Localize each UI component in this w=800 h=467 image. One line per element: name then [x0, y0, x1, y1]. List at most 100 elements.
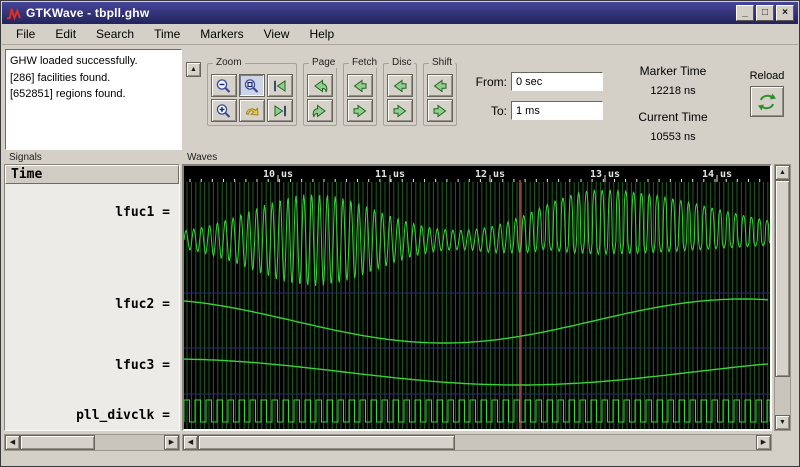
signal-lfuc3[interactable]: lfuc3 =: [115, 358, 170, 373]
disc-left-button[interactable]: [387, 74, 413, 97]
from-input[interactable]: [511, 72, 603, 91]
fetch-group: Fetch: [343, 63, 377, 126]
zoom-in-icon: [215, 103, 233, 119]
fetch-left-button[interactable]: [347, 74, 373, 97]
current-time-value: 10553 ns: [618, 131, 728, 143]
shift-right-button[interactable]: [427, 99, 453, 122]
scrollbar-track[interactable]: [20, 435, 164, 450]
scroll-right-button[interactable]: ▶: [164, 435, 179, 450]
title-bar: GTKWave - tbpll.ghw _ □ ×: [2, 2, 798, 24]
toolbar: Zoom: [207, 58, 603, 126]
timeline-label: 10 us: [263, 169, 293, 180]
zoom-group: Zoom: [207, 63, 297, 126]
shift-left-button[interactable]: [427, 74, 453, 97]
signals-horizontal-scrollbar[interactable]: ◀ ▶: [4, 434, 180, 451]
menu-bar: File Edit Search Time Markers View Help: [2, 24, 798, 45]
page-group-label: Page: [309, 57, 338, 68]
maximize-icon: □: [762, 8, 768, 18]
up-arrow-icon: ▲: [779, 169, 786, 176]
page-right-button[interactable]: [307, 99, 333, 122]
disc-group-label: Disc: [389, 57, 414, 68]
menu-search[interactable]: Search: [86, 24, 144, 44]
scroll-left-button[interactable]: ◀: [183, 435, 198, 450]
waveform-canvas[interactable]: 10 us 11 us 12 us 13 us 14 us: [184, 166, 770, 429]
menu-markers[interactable]: Markers: [190, 24, 253, 44]
left-arrow-icon: [351, 78, 369, 94]
reload-button[interactable]: [750, 86, 784, 117]
toolbar-area: GHW loaded successfully. [286] facilitie…: [2, 46, 798, 154]
fetch-right-button[interactable]: [347, 99, 373, 122]
time-readouts: Marker Time 12218 ns Current Time 10553 …: [618, 64, 728, 156]
page-left-button[interactable]: [307, 74, 333, 97]
from-label: From:: [469, 75, 507, 89]
zoom-group-label: Zoom: [213, 57, 245, 68]
signals-panel-label: Signals: [9, 152, 42, 163]
page-left-icon: [311, 78, 329, 94]
time-column-header[interactable]: Time: [5, 165, 179, 184]
timeline-label: 14 us: [702, 169, 732, 180]
time-range: From: To:: [469, 72, 603, 120]
right-arrow-icon: ▶: [169, 439, 174, 446]
left-arrow-icon: [431, 78, 449, 94]
arrow-to-start-icon: [271, 78, 289, 94]
up-arrow-icon: ▲: [190, 66, 197, 73]
message-line: [286] facilities found.: [10, 70, 177, 87]
timeline-label: 12 us: [475, 169, 505, 180]
signals-panel: Time lfuc1 = lfuc2 = lfuc3 = pll_divclk …: [4, 164, 180, 431]
reload-label: Reload: [742, 70, 792, 82]
message-scroll-up-button[interactable]: ▲: [186, 62, 201, 77]
signal-pll-divclk[interactable]: pll_divclk =: [76, 408, 170, 423]
shift-group-label: Shift: [429, 57, 455, 68]
page-right-icon: [311, 103, 329, 119]
arrow-to-end-icon: [271, 103, 289, 119]
scroll-left-button[interactable]: ◀: [5, 435, 20, 450]
reload-section: Reload: [742, 70, 792, 117]
menu-file[interactable]: File: [6, 24, 45, 44]
scrollbar-track[interactable]: [775, 180, 790, 415]
scroll-up-button[interactable]: ▲: [775, 165, 790, 180]
message-line: [652851] regions found.: [10, 86, 177, 103]
scrollbar-thumb[interactable]: [775, 180, 790, 377]
signal-lfuc2[interactable]: lfuc2 =: [115, 297, 170, 312]
scrollbar-track[interactable]: [198, 435, 756, 450]
scroll-down-button[interactable]: ▼: [775, 415, 790, 430]
minimize-button[interactable]: _: [736, 5, 754, 21]
window-title: GTKWave - tbpll.ghw: [26, 6, 731, 20]
timeline-label: 13 us: [590, 169, 620, 180]
zoom-fit-button[interactable]: [239, 74, 265, 97]
right-arrow-icon: ▶: [761, 439, 766, 446]
window-controls: _ □ ×: [736, 5, 794, 21]
scroll-right-button[interactable]: ▶: [756, 435, 771, 450]
left-arrow-icon: [391, 78, 409, 94]
zoom-out-button[interactable]: [211, 74, 237, 97]
zoom-in-button[interactable]: [211, 99, 237, 122]
waves-vertical-scrollbar[interactable]: ▲ ▼: [774, 164, 791, 431]
to-input[interactable]: [511, 101, 603, 120]
maximize-button[interactable]: □: [756, 5, 774, 21]
close-button[interactable]: ×: [776, 5, 794, 21]
current-time-label: Current Time: [618, 110, 728, 124]
waves-horizontal-scrollbar[interactable]: ◀ ▶: [182, 434, 772, 451]
disc-right-button[interactable]: [387, 99, 413, 122]
menu-time[interactable]: Time: [144, 24, 190, 44]
zoom-undo-button[interactable]: [239, 99, 265, 122]
marker-time-value: 12218 ns: [618, 85, 728, 97]
page-group: Page: [303, 63, 337, 126]
right-arrow-icon: [351, 103, 369, 119]
scrollbar-thumb[interactable]: [198, 435, 455, 450]
shift-group: Shift: [423, 63, 457, 126]
right-arrow-icon: [431, 103, 449, 119]
message-line: GHW loaded successfully.: [10, 53, 177, 70]
disc-group: Disc: [383, 63, 417, 126]
menu-help[interactable]: Help: [299, 24, 344, 44]
menu-edit[interactable]: Edit: [45, 24, 86, 44]
close-icon: ×: [782, 8, 788, 18]
message-log: GHW loaded successfully. [286] facilitie…: [5, 49, 182, 150]
menu-view[interactable]: View: [254, 24, 300, 44]
left-arrow-icon: ◀: [10, 439, 15, 446]
zoom-to-end-button[interactable]: [267, 99, 293, 122]
scrollbar-thumb[interactable]: [20, 435, 95, 450]
right-arrow-icon: [391, 103, 409, 119]
signal-lfuc1[interactable]: lfuc1 =: [115, 205, 170, 220]
zoom-to-start-button[interactable]: [267, 74, 293, 97]
